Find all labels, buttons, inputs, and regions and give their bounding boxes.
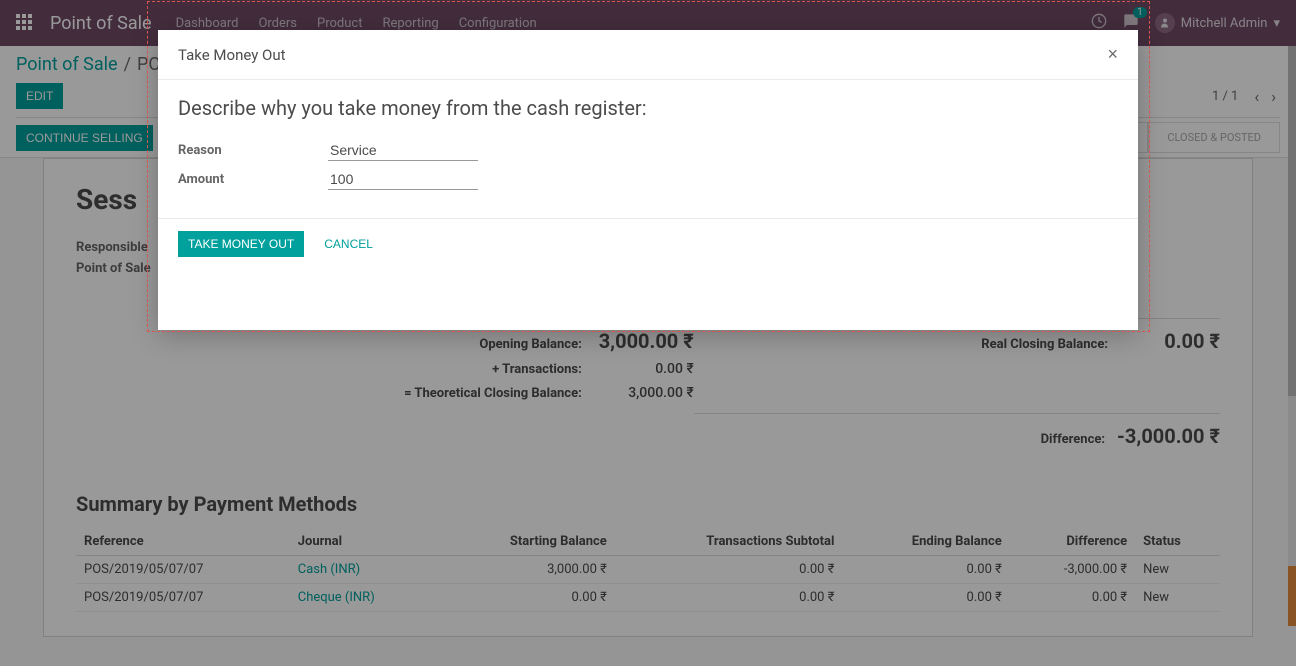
amount-label: Amount [178, 172, 328, 187]
modal-subtitle: Describe why you take money from the cas… [178, 96, 1118, 120]
take-money-out-button[interactable]: Take Money Out [178, 231, 304, 257]
amount-input[interactable] [328, 169, 478, 190]
modal-title: Take Money Out [178, 46, 286, 64]
reason-label: Reason [178, 143, 328, 158]
take-money-out-dialog: Take Money Out × Describe why you take m… [158, 30, 1138, 330]
cancel-button[interactable]: Cancel [314, 231, 383, 257]
reason-input[interactable] [328, 140, 478, 161]
modal-overlay: Take Money Out × Describe why you take m… [0, 0, 1296, 666]
close-icon[interactable]: × [1107, 44, 1118, 65]
